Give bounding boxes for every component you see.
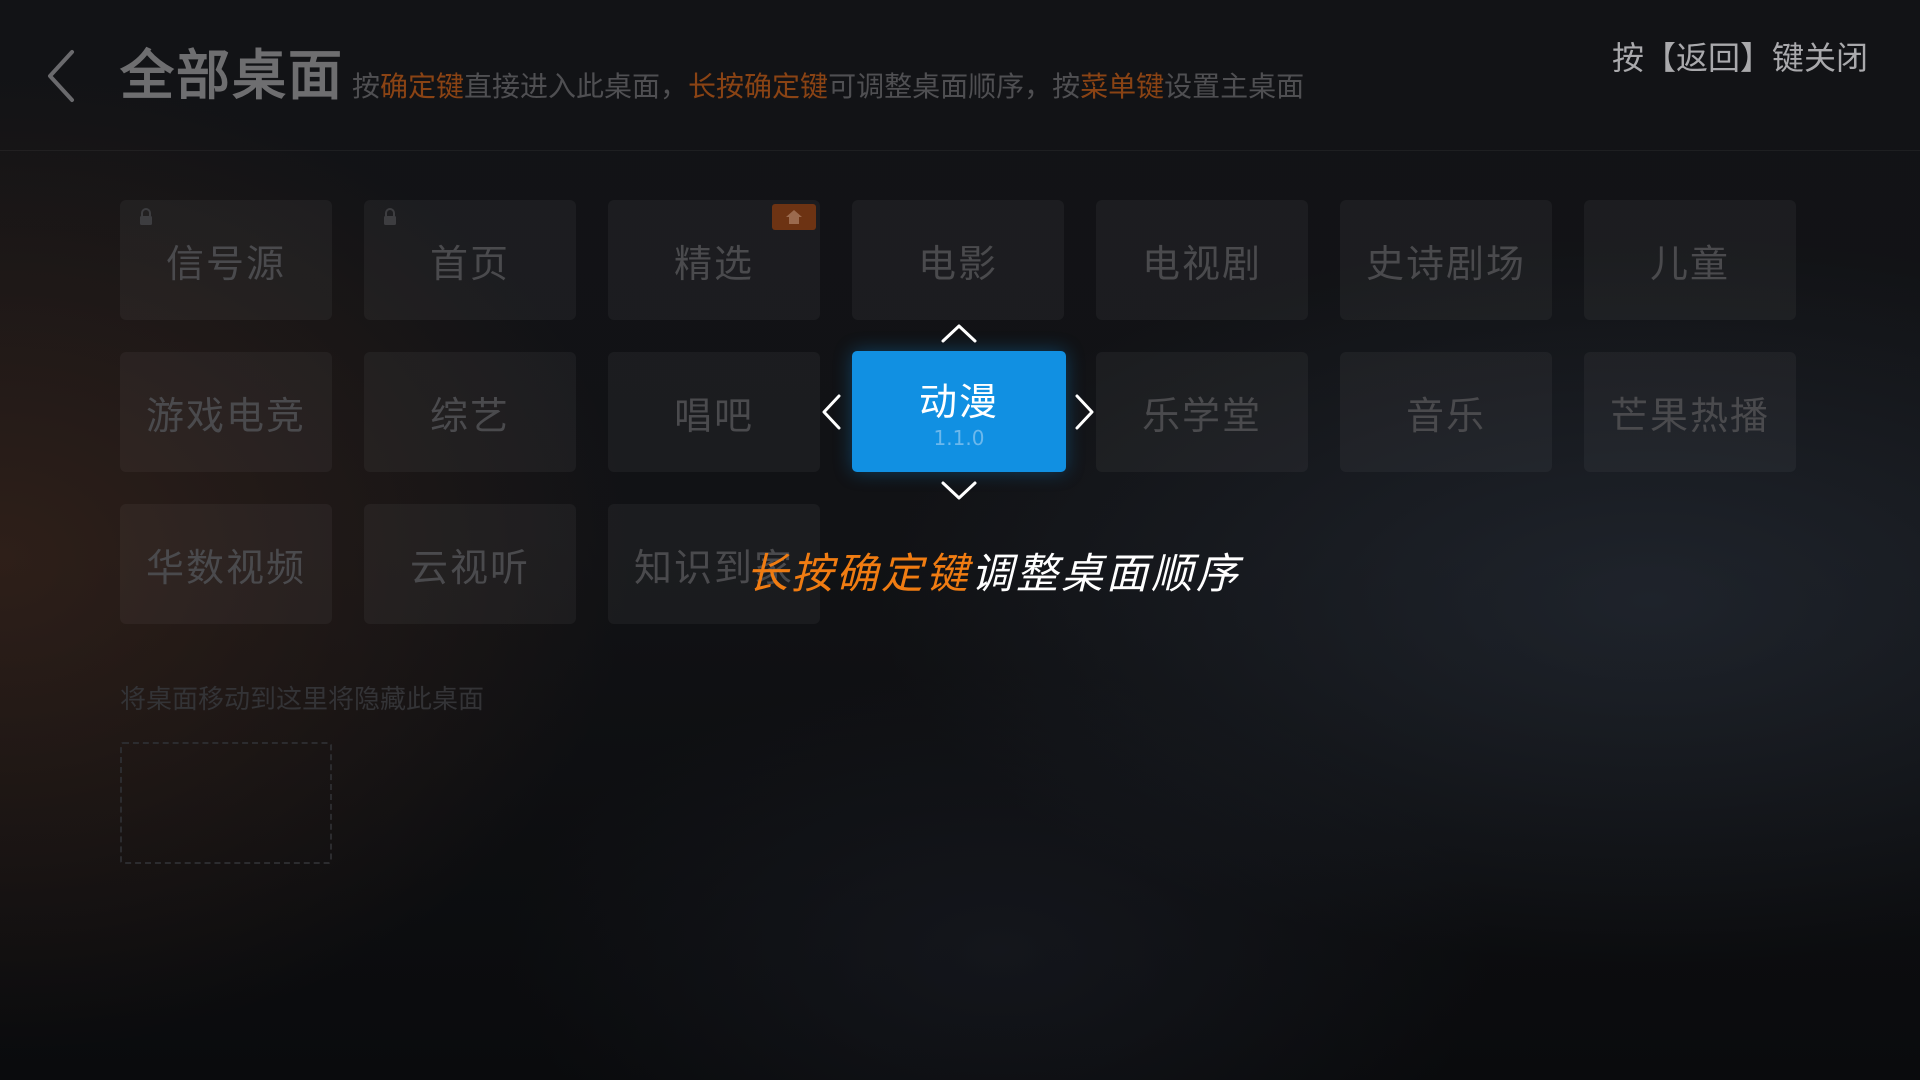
desktop-tile-kids[interactable]: 儿童 — [1584, 200, 1796, 320]
guide-text: 调整桌面顺序 — [971, 549, 1242, 598]
home-icon — [786, 210, 802, 224]
instruction-hint: 按确定键直接进入此桌面，长按确定键可调整桌面顺序，按菜单键设置主桌面 — [352, 70, 1304, 104]
hide-zone-label: 将桌面移动到这里将隐藏此桌面 — [120, 685, 485, 715]
back-arrow-icon[interactable] — [40, 46, 80, 106]
desktop-tile-home[interactable]: 首页 — [364, 200, 576, 320]
reorder-guide-text: 长按确定键调整桌面顺序 — [746, 546, 1241, 602]
tile-label: 信号源 — [165, 241, 286, 286]
main-desktop-badge — [772, 204, 816, 230]
desktop-tile-mango-hot[interactable]: 芒果热播 — [1584, 352, 1796, 472]
lock-icon — [384, 208, 396, 225]
tile-label: 动漫 — [918, 379, 999, 424]
tile-label: 音乐 — [1405, 393, 1486, 438]
desktop-tile-learning[interactable]: 乐学堂 — [1096, 352, 1308, 472]
desktop-tile-epic-theater[interactable]: 史诗剧场 — [1340, 200, 1552, 320]
hint-text-1: 按 — [352, 70, 381, 103]
move-down-arrow-icon[interactable] — [940, 480, 978, 502]
hint-text-4: 设置主桌面 — [1164, 70, 1305, 103]
tile-label: 游戏电竞 — [145, 393, 306, 438]
header-divider — [0, 150, 1920, 151]
hint-highlight-menu: 菜单键 — [1080, 70, 1165, 103]
tile-label: 电影 — [917, 241, 998, 286]
hide-drop-zone[interactable] — [120, 742, 332, 864]
desktop-tile-anime-selected[interactable]: 动漫 1.1.0 — [852, 351, 1066, 472]
hint-text-2: 直接进入此桌面， — [464, 70, 689, 103]
tile-label: 华数视频 — [145, 545, 306, 590]
hint-highlight-long-press: 长按确定键 — [688, 70, 829, 103]
desktop-manager-screen: 全部桌面 按确定键直接进入此桌面，长按确定键可调整桌面顺序，按菜单键设置主桌面 … — [0, 0, 1920, 1080]
desktop-tile-karaoke[interactable]: 唱吧 — [608, 352, 820, 472]
desktop-tile-wasu-video[interactable]: 华数视频 — [120, 504, 332, 624]
hint-text-3: 可调整桌面顺序，按 — [828, 70, 1081, 103]
move-right-arrow-icon[interactable] — [1074, 393, 1096, 431]
guide-highlight: 长按确定键 — [746, 549, 972, 598]
tile-version: 1.1.0 — [933, 425, 985, 450]
tile-label: 史诗剧场 — [1365, 241, 1526, 286]
tile-label: 芒果热播 — [1609, 393, 1770, 438]
desktop-tile-tv-series[interactable]: 电视剧 — [1096, 200, 1308, 320]
page-title: 全部桌面 — [120, 44, 344, 107]
desktop-tile-movies[interactable]: 电影 — [852, 200, 1064, 320]
desktop-tile-music[interactable]: 音乐 — [1340, 352, 1552, 472]
move-left-arrow-icon[interactable] — [820, 393, 842, 431]
desktop-tile-variety[interactable]: 综艺 — [364, 352, 576, 472]
move-up-arrow-icon[interactable] — [940, 322, 978, 344]
tile-label: 乐学堂 — [1141, 393, 1262, 438]
hint-highlight-confirm: 确定键 — [380, 70, 465, 103]
desktop-tile-featured[interactable]: 精选 — [608, 200, 820, 320]
tile-label: 儿童 — [1649, 241, 1730, 286]
close-hint: 按【返回】键关闭 — [1611, 39, 1868, 77]
tile-label: 云视听 — [409, 545, 530, 590]
desktop-tile-signal-source[interactable]: 信号源 — [120, 200, 332, 320]
tile-label: 唱吧 — [673, 393, 754, 438]
desktop-tile-gaming[interactable]: 游戏电竞 — [120, 352, 332, 472]
lock-icon — [140, 208, 152, 225]
tile-label: 首页 — [429, 241, 510, 286]
tile-label: 综艺 — [429, 393, 510, 438]
tile-label: 电视剧 — [1141, 241, 1262, 286]
tile-label: 精选 — [673, 241, 754, 286]
desktop-tile-cloud-av[interactable]: 云视听 — [364, 504, 576, 624]
